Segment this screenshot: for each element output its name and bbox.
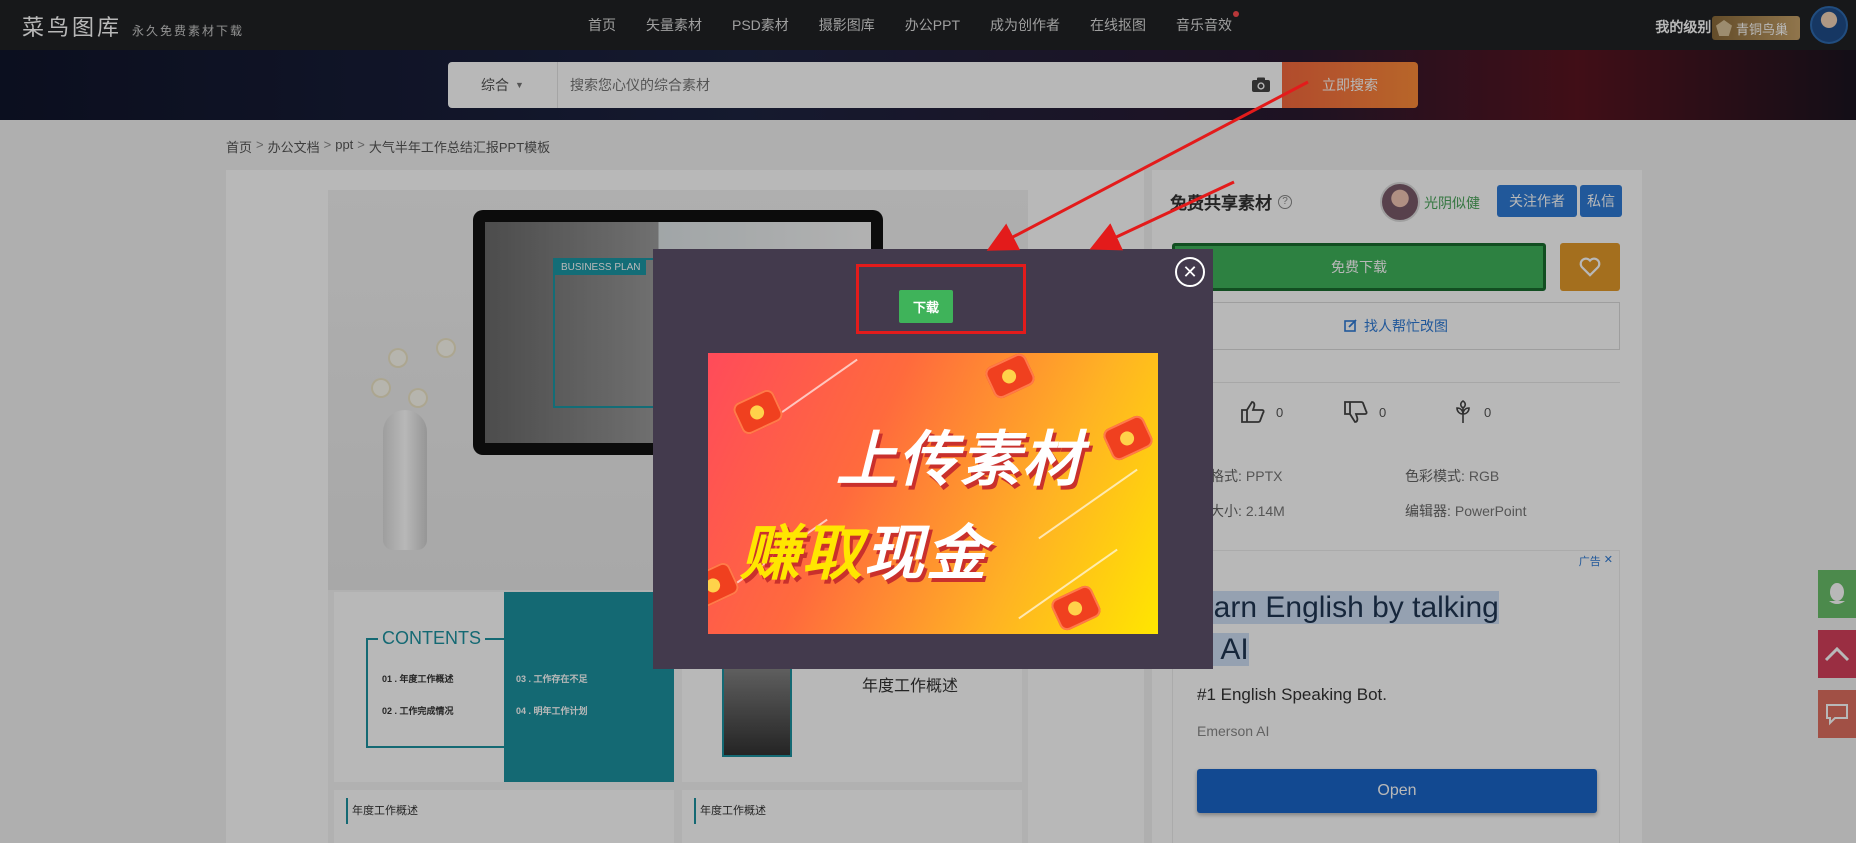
annotation-arrows [986, 80, 1309, 251]
